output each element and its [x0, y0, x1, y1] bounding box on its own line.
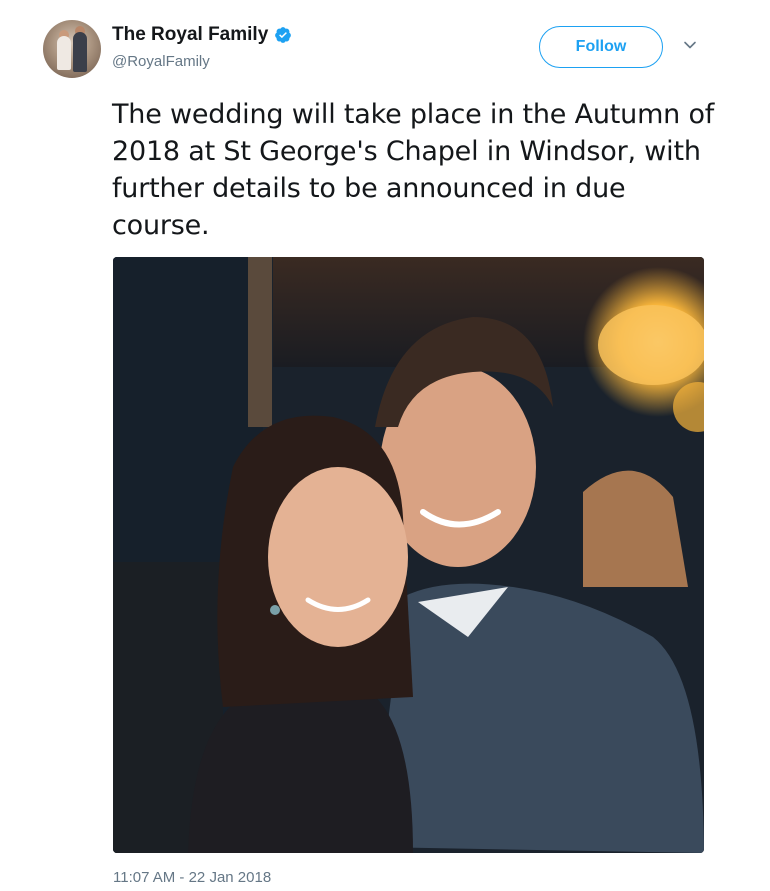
avatar-figure: [73, 32, 87, 72]
follow-button[interactable]: Follow: [539, 26, 663, 68]
tweet-timestamp[interactable]: 11:07 AM - 22 Jan 2018: [113, 869, 271, 886]
author-display-name[interactable]: The Royal Family: [112, 24, 268, 46]
chevron-down-icon[interactable]: [683, 38, 697, 52]
avatar[interactable]: [43, 20, 101, 78]
tweet-photo[interactable]: [113, 257, 704, 853]
author-handle[interactable]: @RoyalFamily: [112, 53, 210, 70]
verified-badge-icon: [275, 27, 292, 43]
tweet-text: The wedding will take place in the Autum…: [112, 99, 715, 241]
photo-illustration: [113, 257, 704, 853]
author-name-row[interactable]: The Royal Family: [112, 24, 292, 46]
tweet-card: The Royal Family @RoyalFamily Follow The…: [0, 0, 770, 891]
avatar-figure: [57, 36, 71, 70]
